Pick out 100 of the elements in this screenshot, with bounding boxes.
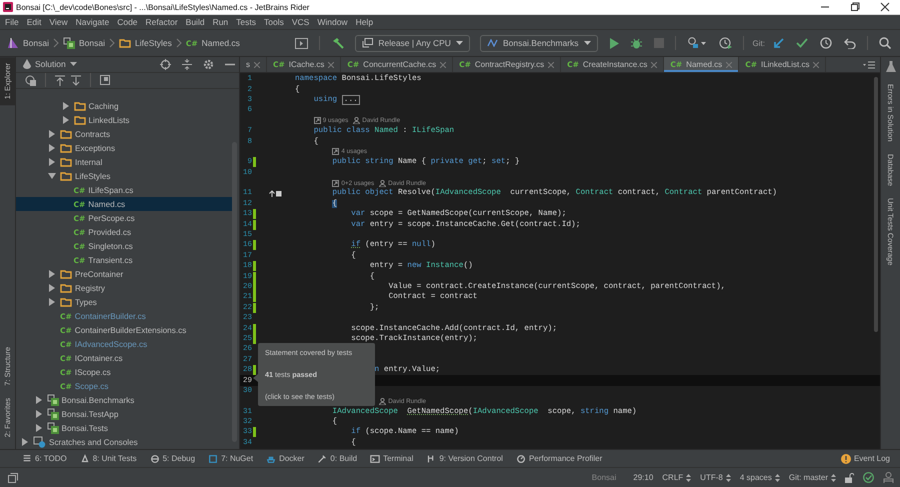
revert-icon[interactable] <box>844 38 856 48</box>
collapse-icon[interactable] <box>182 58 192 70</box>
collapsed-arrow-icon[interactable] <box>34 396 42 404</box>
menu-item[interactable]: VCS <box>288 17 314 27</box>
breadcrumb[interactable]: Bonsai <box>7 37 49 49</box>
close-icon[interactable] <box>651 62 658 68</box>
tree-item[interactable]: LifeStyles <box>16 169 232 183</box>
collapsed-arrow-icon[interactable] <box>48 158 56 166</box>
run-target-icon[interactable] <box>295 38 308 48</box>
menu-item[interactable]: Help <box>352 17 378 27</box>
coverage-marker[interactable] <box>253 365 256 376</box>
coverage-marker[interactable] <box>253 220 256 230</box>
collapsed-arrow-icon[interactable] <box>48 130 56 138</box>
status-dropdown[interactable]: CRLF <box>662 473 692 482</box>
collapsed-arrow-icon[interactable] <box>62 102 70 110</box>
show-files-icon[interactable] <box>25 74 36 86</box>
menu-item[interactable]: View <box>45 17 72 27</box>
run-icon[interactable] <box>608 38 619 48</box>
collapsed-arrow-icon[interactable] <box>48 270 56 278</box>
close-icon[interactable] <box>440 62 446 68</box>
breadcrumb[interactable]: LifeStyles <box>119 38 172 48</box>
tree-item[interactable]: Caching <box>16 99 232 113</box>
coverage-marker[interactable] <box>253 282 256 292</box>
collapsed-arrow-icon[interactable] <box>34 424 42 432</box>
configuration-dropdown[interactable]: Release | Any CPU <box>355 34 470 52</box>
collapsed-arrow-icon[interactable] <box>62 116 70 124</box>
tree-item[interactable]: Contracts <box>16 127 232 141</box>
update-arrow-icon[interactable] <box>773 38 784 48</box>
menu-item[interactable]: Build <box>182 17 209 27</box>
panel-toggle-icon[interactable] <box>8 472 18 482</box>
locate-icon[interactable] <box>160 58 171 70</box>
breadcrumb[interactable]: Bonsai <box>63 37 105 49</box>
coverage-marker[interactable] <box>253 334 256 344</box>
menu-item[interactable]: Refactor <box>142 17 182 27</box>
event-log-button[interactable]: Event Log <box>840 454 890 464</box>
coverage-marker[interactable] <box>253 272 256 282</box>
status-dropdown[interactable]: 4 spaces <box>740 473 780 482</box>
coverage-marker[interactable] <box>253 261 256 272</box>
tree-item[interactable]: Exceptions <box>16 141 232 155</box>
tree-item[interactable]: Bonsai.TestApp <box>16 407 232 421</box>
tree-item[interactable]: Bonsai.Benchmarks <box>16 393 232 407</box>
collapsed-arrow-icon[interactable] <box>21 438 29 446</box>
expanded-arrow-icon[interactable] <box>48 172 56 180</box>
coverage-marker[interactable] <box>253 157 256 168</box>
inspector-icon[interactable] <box>883 472 894 483</box>
flask-icon[interactable] <box>886 61 896 72</box>
bug-icon[interactable] <box>630 38 642 48</box>
scrollbar-thumb[interactable] <box>232 142 237 442</box>
menu-item[interactable]: Window <box>313 17 352 27</box>
tool-window-button[interactable]: Performance Profiler <box>516 454 602 464</box>
tool-window-button[interactable]: 9: Version Control <box>426 454 503 464</box>
tree-item[interactable]: Registry <box>16 281 232 295</box>
lock-icon[interactable] <box>845 472 854 482</box>
implements-icon[interactable] <box>269 190 282 197</box>
close-icon[interactable] <box>328 62 334 68</box>
coverage-marker[interactable] <box>253 240 256 250</box>
settings-icon[interactable] <box>203 58 214 70</box>
close-icon[interactable] <box>813 62 820 68</box>
tree-item[interactable]: Bonsai.Tests <box>16 421 232 435</box>
history-clock-icon[interactable] <box>820 37 832 49</box>
hide-icon[interactable] <box>225 62 235 66</box>
coverage-marker[interactable] <box>253 292 256 302</box>
preview-icon[interactable] <box>100 75 110 86</box>
search-icon[interactable] <box>879 37 891 49</box>
caret-position[interactable]: 29:10 <box>633 473 654 482</box>
collapsed-arrow-icon[interactable] <box>48 298 56 306</box>
collapsed-arrow-icon[interactable] <box>34 410 42 418</box>
tool-window-button[interactable]: 5: Debug <box>150 454 196 464</box>
view-dropdown[interactable]: Solution <box>23 59 77 70</box>
tab-list-icon[interactable] <box>863 60 876 68</box>
coverage-marker[interactable] <box>253 427 256 438</box>
collapsed-arrow-icon[interactable] <box>48 144 56 152</box>
check-circle-icon[interactable] <box>863 472 874 483</box>
menu-item[interactable]: Run <box>208 17 232 27</box>
code-editor[interactable] <box>240 73 880 449</box>
attach-process-icon[interactable] <box>686 37 707 49</box>
menu-item[interactable]: Tests <box>232 17 260 27</box>
tool-window-button[interactable]: 0: Build <box>317 454 358 464</box>
close-icon[interactable] <box>254 62 260 68</box>
status-dropdown[interactable]: Git: master <box>788 473 836 482</box>
collapsed-arrow-icon[interactable] <box>48 284 56 292</box>
coverage-marker[interactable] <box>253 324 256 334</box>
tree-item[interactable]: LinkedLists <box>16 113 232 127</box>
tree-item[interactable]: Types <box>16 295 232 309</box>
hammer-icon[interactable] <box>331 36 344 50</box>
tool-window-button[interactable]: 6: TODO <box>22 454 67 464</box>
menu-item[interactable]: Tools <box>260 17 288 27</box>
tree-item[interactable]: PreContainer <box>16 267 232 281</box>
coverage-marker[interactable] <box>253 209 256 220</box>
tree-item[interactable]: Internal <box>16 155 232 169</box>
scrollbar-thumb[interactable] <box>874 77 878 332</box>
commit-check-icon[interactable] <box>796 38 808 48</box>
menu-item[interactable]: Code <box>113 17 142 27</box>
menu-item[interactable]: Edit <box>22 17 46 27</box>
expand-all-icon[interactable] <box>71 74 81 86</box>
tool-window-button[interactable]: Docker <box>266 454 304 464</box>
editor-tab[interactable]: s <box>240 57 267 72</box>
profiler-icon[interactable] <box>718 37 732 49</box>
tool-window-button[interactable]: 7: NuGet <box>208 454 254 464</box>
tool-window-button[interactable]: 8: Unit Tests <box>80 454 137 464</box>
